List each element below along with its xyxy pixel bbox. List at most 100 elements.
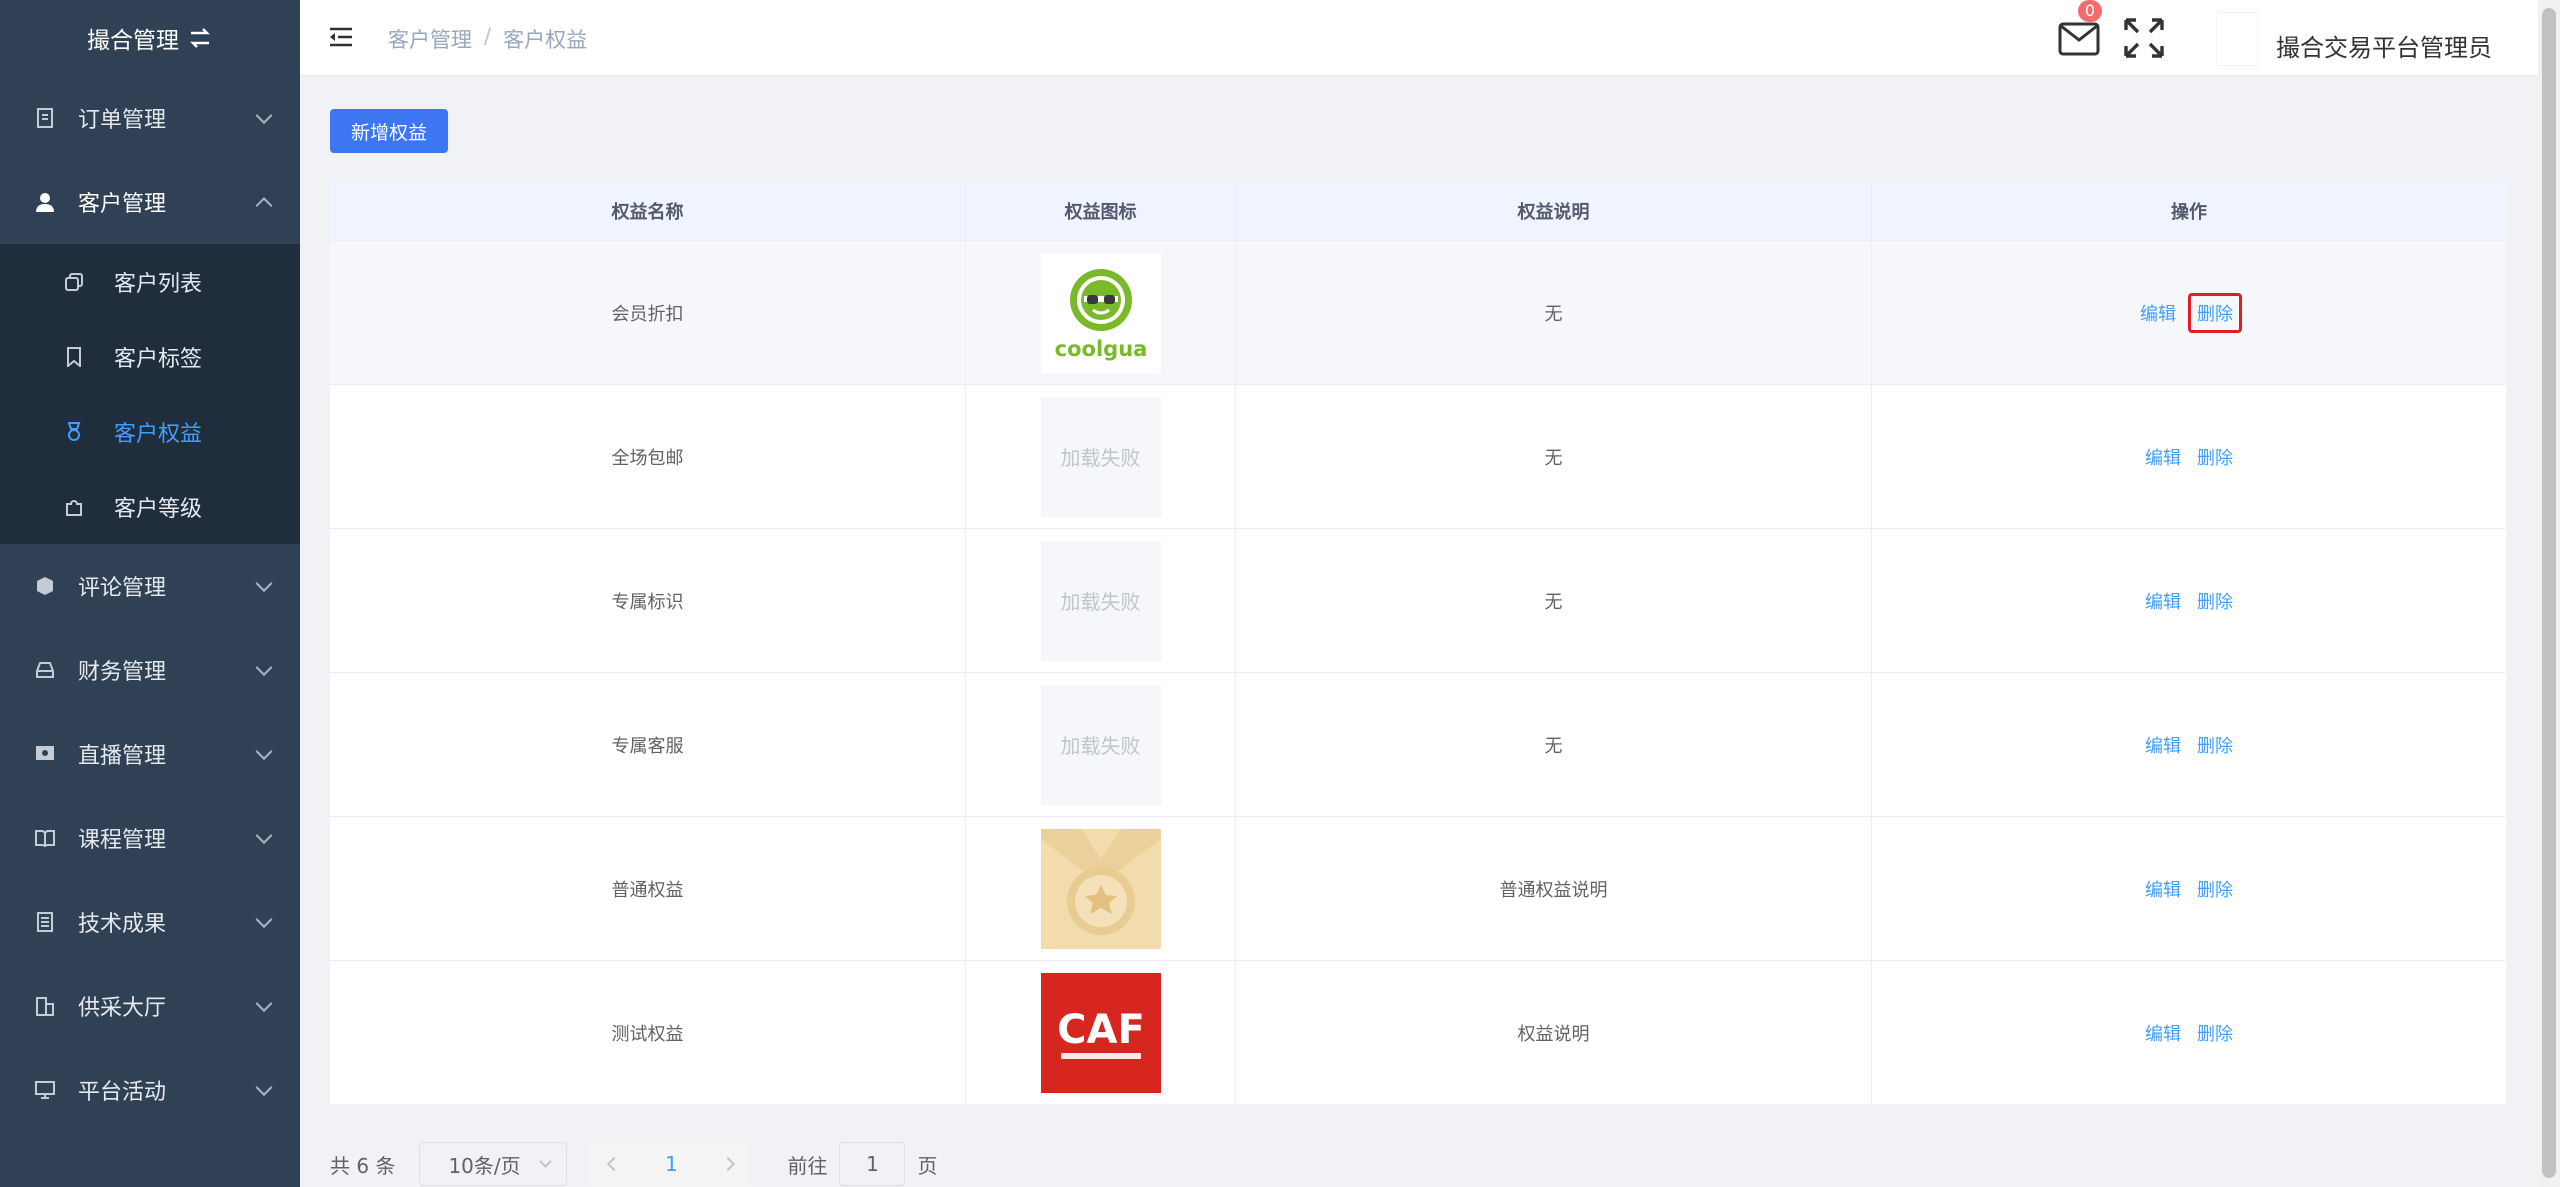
- benefit-description: 无: [1236, 673, 1872, 816]
- sidebar-item-label: 客户列表: [114, 271, 203, 297]
- image-load-failed[interactable]: 加载失败: [1040, 684, 1161, 805]
- sidebar-item-label: 平台活动: [78, 1080, 167, 1105]
- delete-link[interactable]: 删除: [2193, 874, 2237, 904]
- delete-link[interactable]: 删除: [2188, 292, 2242, 333]
- caf-logo-icon[interactable]: CAF: [1040, 972, 1161, 1093]
- sidebar-item-customers[interactable]: 客户管理: [0, 160, 300, 244]
- page-unit-label: 页: [917, 1153, 938, 1178]
- image-load-failed[interactable]: 加载失败: [1040, 540, 1161, 661]
- sidebar-item-activities[interactable]: 平台活动: [0, 1048, 300, 1132]
- delete-link[interactable]: 删除: [2193, 730, 2237, 760]
- sidebar-item-finance[interactable]: 财务管理: [0, 628, 300, 712]
- list-icon: [34, 911, 56, 933]
- comment-icon: [34, 575, 56, 597]
- sidebar: 撮合管理 订单管理 客户管理 客户列表 客户标签 客户权益 客户等级 评论管理 …: [0, 0, 300, 1187]
- edit-link[interactable]: 编辑: [2141, 586, 2185, 616]
- benefit-description: 无: [1236, 385, 1872, 528]
- table-row: 全场包邮 加载失败 无 编辑 删除: [330, 385, 2506, 529]
- edit-link[interactable]: 编辑: [2141, 874, 2185, 904]
- breadcrumb-item[interactable]: 客户管理: [388, 24, 472, 54]
- benefit-icon-cell: CAF: [966, 961, 1236, 1104]
- scrollbar[interactable]: [2538, 0, 2560, 1187]
- benefit-name: 普通权益: [330, 817, 966, 960]
- delete-link[interactable]: 删除: [2193, 442, 2237, 472]
- mail-icon[interactable]: [2058, 18, 2100, 58]
- sidebar-item-label: 评论管理: [78, 576, 167, 601]
- table-row: 专属客服 加载失败 无 编辑 删除: [330, 673, 2506, 817]
- scrollbar-thumb[interactable]: [2542, 8, 2556, 1178]
- current-page-number[interactable]: 1: [665, 1152, 678, 1176]
- page-size-value: 10条/页: [448, 1153, 521, 1178]
- sidebar-item-customer-levels[interactable]: 客户等级: [0, 469, 300, 544]
- gold-medal-icon[interactable]: [1040, 828, 1161, 949]
- sidebar-item-courses[interactable]: 课程管理: [0, 796, 300, 880]
- row-actions: 编辑 删除: [1872, 673, 2506, 816]
- prev-page-icon[interactable]: [607, 1156, 622, 1172]
- caf-text: CAF: [1057, 1007, 1145, 1053]
- chevron-down-icon: [255, 659, 273, 677]
- sidebar-item-procurement[interactable]: 供采大厅: [0, 964, 300, 1048]
- document-icon: [34, 107, 56, 129]
- sidebar-item-tech[interactable]: 技术成果: [0, 880, 300, 964]
- row-actions: 编辑 删除: [1872, 385, 2506, 528]
- sidebar-item-orders[interactable]: 订单管理: [0, 76, 300, 160]
- goto-label: 前往: [787, 1153, 828, 1178]
- benefit-icon-cell: 加载失败: [966, 673, 1236, 816]
- page-size-select[interactable]: 10条/页: [419, 1142, 568, 1186]
- chevron-down-icon: [539, 1155, 553, 1168]
- sidebar-item-comments[interactable]: 评论管理: [0, 544, 300, 628]
- benefit-name: 测试权益: [330, 961, 966, 1104]
- breadcrumb: 客户管理 / 客户权益: [388, 24, 587, 54]
- avatar[interactable]: [2216, 12, 2258, 66]
- coolgua-logo-icon[interactable]: coolgua: [1040, 252, 1161, 373]
- username[interactable]: 撮合交易平台管理员: [2276, 28, 2492, 63]
- delete-link[interactable]: 删除: [2193, 1018, 2237, 1048]
- chevron-down-icon: [255, 107, 273, 125]
- sidebar-item-customer-list[interactable]: 客户列表: [0, 244, 300, 319]
- row-actions: 编辑 删除: [1872, 961, 2506, 1104]
- fullscreen-icon[interactable]: [2122, 16, 2166, 60]
- hamburger-icon[interactable]: [328, 26, 354, 48]
- sidebar-item-customer-benefits[interactable]: 客户权益: [0, 394, 300, 469]
- column-header: 权益名称: [330, 181, 966, 240]
- table-header-row: 权益名称 权益图标 权益说明 操作: [330, 181, 2506, 241]
- logo-text: coolgua: [1054, 337, 1147, 361]
- total-count: 共 6 条: [330, 1153, 396, 1178]
- benefit-name: 专属客服: [330, 673, 966, 816]
- row-actions: 编辑 删除: [1872, 529, 2506, 672]
- column-header: 权益图标: [966, 181, 1236, 240]
- sidebar-logo[interactable]: 撮合管理: [0, 0, 300, 76]
- pagination: 共 6 条 10条/页 1 前往 1 页: [330, 1141, 937, 1187]
- sidebar-item-label: 直播管理: [78, 744, 167, 769]
- row-actions: 编辑 删除: [1872, 241, 2506, 384]
- page-navigation: 1: [591, 1142, 752, 1186]
- user-icon: [34, 191, 56, 213]
- message-count-badge: 0: [2078, 0, 2102, 22]
- image-load-failed[interactable]: 加载失败: [1040, 396, 1161, 517]
- benefit-icon-cell: 加载失败: [966, 529, 1236, 672]
- row-actions: 编辑 删除: [1872, 817, 2506, 960]
- chevron-up-icon: [255, 197, 273, 215]
- edit-link[interactable]: 编辑: [2141, 1018, 2185, 1048]
- next-page-icon[interactable]: [721, 1156, 736, 1172]
- chevron-down-icon: [255, 1079, 273, 1097]
- table-row: 会员折扣 coolgua 无 编辑 删除: [330, 241, 2506, 385]
- add-benefit-button[interactable]: 新增权益: [330, 109, 448, 153]
- edit-link[interactable]: 编辑: [2141, 730, 2185, 760]
- sidebar-title: 撮合管理: [87, 28, 179, 54]
- sidebar-item-live[interactable]: 直播管理: [0, 712, 300, 796]
- sidebar-item-label: 客户权益: [114, 421, 203, 447]
- sidebar-item-customer-tags[interactable]: 客户标签: [0, 319, 300, 394]
- table-row: 测试权益 CAF 权益说明 编辑 删除: [330, 961, 2506, 1105]
- sidebar-item-label: 订单管理: [78, 108, 167, 133]
- goto-page-input[interactable]: 1: [839, 1142, 906, 1186]
- chevron-down-icon: [255, 911, 273, 929]
- monitor-icon: [34, 1079, 56, 1101]
- breadcrumb-separator: /: [484, 24, 492, 48]
- edit-link[interactable]: 编辑: [2141, 442, 2185, 472]
- copy-icon: [64, 272, 84, 292]
- main-content: 新增权益 权益名称 权益图标 权益说明 操作 会员折扣 coolgua 无 编辑…: [300, 77, 2538, 1187]
- finance-icon: [34, 659, 56, 681]
- delete-link[interactable]: 删除: [2193, 586, 2237, 616]
- edit-link[interactable]: 编辑: [2136, 298, 2180, 328]
